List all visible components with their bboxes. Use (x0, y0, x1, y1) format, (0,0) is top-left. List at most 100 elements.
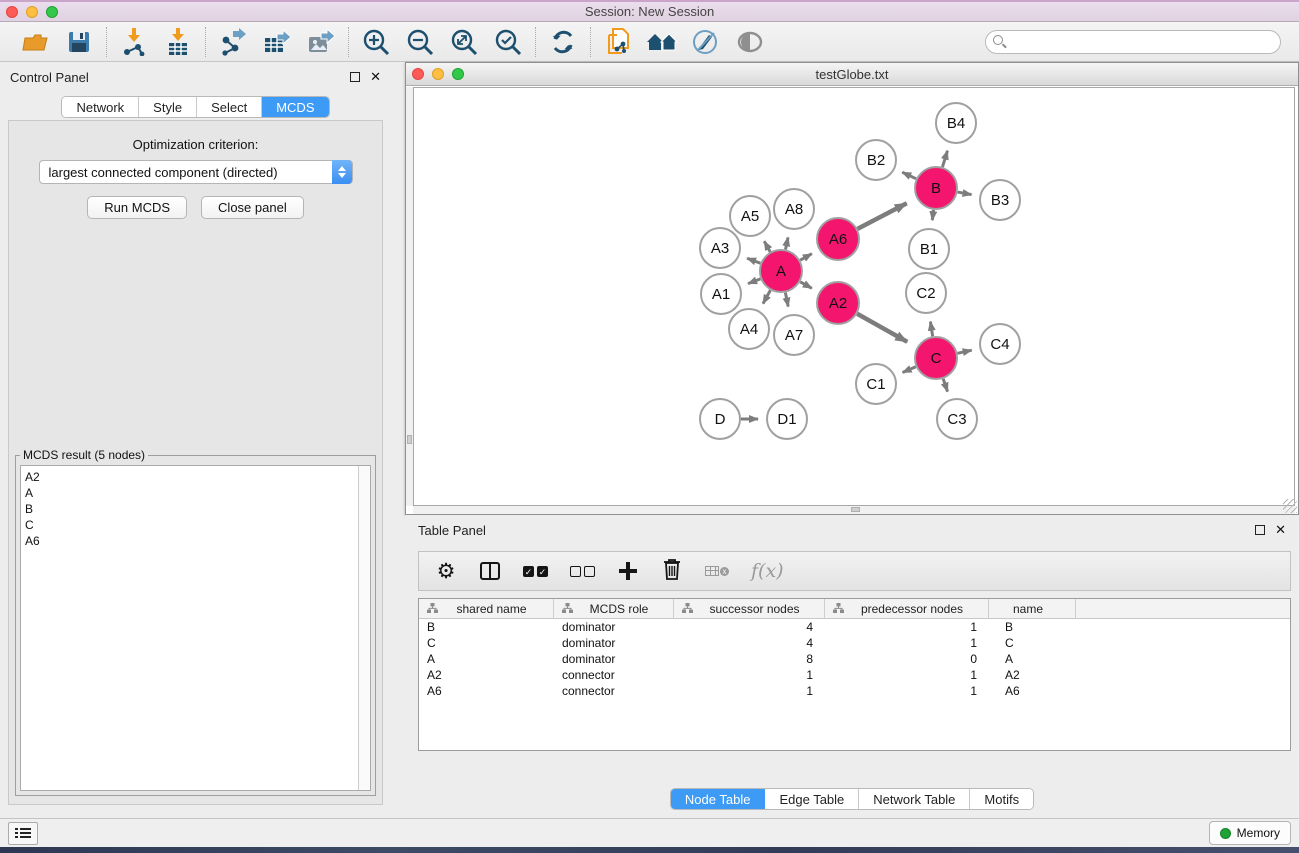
graph-node-A7[interactable]: A7 (774, 315, 814, 355)
apply-layout-button[interactable] (546, 26, 580, 58)
graph-edge-C-C1[interactable] (903, 367, 916, 373)
search-input[interactable] (985, 30, 1281, 54)
graph-node-D1[interactable]: D1 (767, 399, 807, 439)
graph-edge-A-A2[interactable] (800, 282, 812, 289)
save-session-button[interactable] (62, 26, 96, 58)
scrollbar-thumb[interactable] (851, 507, 860, 512)
network-horizontal-scrollbar[interactable] (413, 506, 1295, 514)
graph-node-C2[interactable]: C2 (906, 273, 946, 313)
graph-edge-A-A6[interactable] (800, 254, 812, 261)
graph-node-A1[interactable]: A1 (701, 274, 741, 314)
close-panel-icon[interactable]: ✕ (1275, 525, 1286, 535)
table-cell[interactable]: 4 (674, 636, 825, 650)
graph-edge-C-C2[interactable] (930, 322, 932, 337)
zoom-selected-button[interactable] (491, 26, 525, 58)
table-cell[interactable]: A (989, 652, 1076, 666)
column-header-MCDS-role[interactable]: MCDS role (554, 599, 674, 618)
graph-node-A[interactable]: A (760, 250, 802, 292)
zoom-fit-button[interactable] (447, 26, 481, 58)
graph-edge-C-C3[interactable] (943, 379, 947, 392)
table-cell[interactable]: C (989, 636, 1076, 650)
graph-node-C[interactable]: C (915, 337, 957, 379)
graph-edge-A-A1[interactable] (748, 279, 760, 284)
mcds-result-item[interactable]: B (25, 501, 354, 517)
table-cell[interactable]: dominator (554, 652, 674, 666)
toggle-column-view-button[interactable] (479, 558, 501, 584)
close-panel-button[interactable]: Close panel (201, 196, 304, 219)
table-settings-button[interactable]: ⚙ (435, 558, 457, 584)
graph-node-A3[interactable]: A3 (700, 228, 740, 268)
open-session-button[interactable] (18, 26, 52, 58)
column-header-predecessor-nodes[interactable]: predecessor nodes (825, 599, 989, 618)
tab-style[interactable]: Style (139, 97, 197, 117)
table-cell[interactable]: 1 (825, 668, 989, 682)
graph-node-A4[interactable]: A4 (729, 309, 769, 349)
table-cell[interactable]: 1 (674, 684, 825, 698)
import-network-button[interactable] (117, 26, 151, 58)
graph-edge-B-B1[interactable] (932, 210, 933, 220)
table-cell[interactable]: 1 (825, 620, 989, 634)
table-cell[interactable]: 1 (825, 636, 989, 650)
table-cell[interactable]: dominator (554, 620, 674, 634)
clone-network-button[interactable] (601, 26, 635, 58)
tab-mcds[interactable]: MCDS (262, 97, 328, 117)
table-cell[interactable]: B (989, 620, 1076, 634)
table-cell[interactable]: B (419, 620, 554, 634)
zoom-in-button[interactable] (359, 26, 393, 58)
zoom-out-button[interactable] (403, 26, 437, 58)
deselect-all-columns-button[interactable] (570, 558, 595, 584)
table-cell[interactable]: C (419, 636, 554, 650)
mcds-result-item[interactable]: A (25, 485, 354, 501)
graph-node-B2[interactable]: B2 (856, 140, 896, 180)
tab-edge-table[interactable]: Edge Table (765, 789, 859, 809)
close-panel-icon[interactable]: ✕ (370, 72, 381, 82)
export-table-button[interactable] (260, 26, 294, 58)
optimization-criterion-select[interactable]: largest connected component (directed) (39, 160, 353, 184)
graph-edge-B-B2[interactable] (902, 172, 916, 178)
add-column-button[interactable] (617, 558, 639, 584)
graph-node-A6[interactable]: A6 (817, 218, 859, 260)
import-table-button[interactable] (161, 26, 195, 58)
graph-node-B1[interactable]: B1 (909, 229, 949, 269)
graph-node-A8[interactable]: A8 (774, 189, 814, 229)
mcds-result-item[interactable]: C (25, 517, 354, 533)
graph-edge-C-C4[interactable] (957, 350, 971, 353)
tab-select[interactable]: Select (197, 97, 262, 117)
table-row[interactable]: A6connector11A6 (419, 683, 1290, 699)
graph-node-C3[interactable]: C3 (937, 399, 977, 439)
table-cell[interactable]: 1 (825, 684, 989, 698)
float-panel-icon[interactable] (350, 72, 360, 82)
graph-node-B3[interactable]: B3 (980, 180, 1020, 220)
network-vertical-scrollbar[interactable] (406, 87, 413, 506)
select-all-columns-button[interactable]: ✓✓ (523, 558, 548, 584)
table-cell[interactable]: 0 (825, 652, 989, 666)
graph-node-C1[interactable]: C1 (856, 364, 896, 404)
scrollbar-thumb[interactable] (407, 435, 412, 444)
table-cell[interactable]: 8 (674, 652, 825, 666)
graph-node-D[interactable]: D (700, 399, 740, 439)
table-row[interactable]: Cdominator41C (419, 635, 1290, 651)
tab-node-table[interactable]: Node Table (671, 789, 766, 809)
graph-edge-A2-C[interactable] (857, 314, 907, 342)
resize-grip[interactable] (1283, 499, 1297, 513)
delete-column-button[interactable] (661, 558, 683, 584)
graph-edge-A-A3[interactable] (747, 258, 760, 263)
table-cell[interactable]: connector (554, 668, 674, 682)
float-panel-icon[interactable] (1255, 525, 1265, 535)
graph-edge-B-B4[interactable] (942, 151, 947, 167)
table-cell[interactable]: dominator (554, 636, 674, 650)
table-row[interactable]: A2connector11A2 (419, 667, 1290, 683)
show-graphics-details-button[interactable] (733, 26, 767, 58)
column-header-name[interactable]: name (989, 599, 1076, 618)
delete-table-button[interactable]: x (705, 558, 729, 584)
table-cell[interactable]: 4 (674, 620, 825, 634)
graph-edge-A-A7[interactable] (785, 293, 788, 307)
network-canvas[interactable]: AA1A2A3A4A5A6A7A8BB1B2B3B4CC1C2C3C4DD1 (413, 87, 1295, 506)
mcds-list-scrollbar[interactable] (358, 466, 370, 790)
export-network-button[interactable] (216, 26, 250, 58)
table-cell[interactable]: connector (554, 684, 674, 698)
function-builder-button[interactable]: f(x) (751, 558, 784, 584)
table-cell[interactable]: A (419, 652, 554, 666)
graph-edge-B-B3[interactable] (958, 192, 972, 195)
graph-node-A5[interactable]: A5 (730, 196, 770, 236)
